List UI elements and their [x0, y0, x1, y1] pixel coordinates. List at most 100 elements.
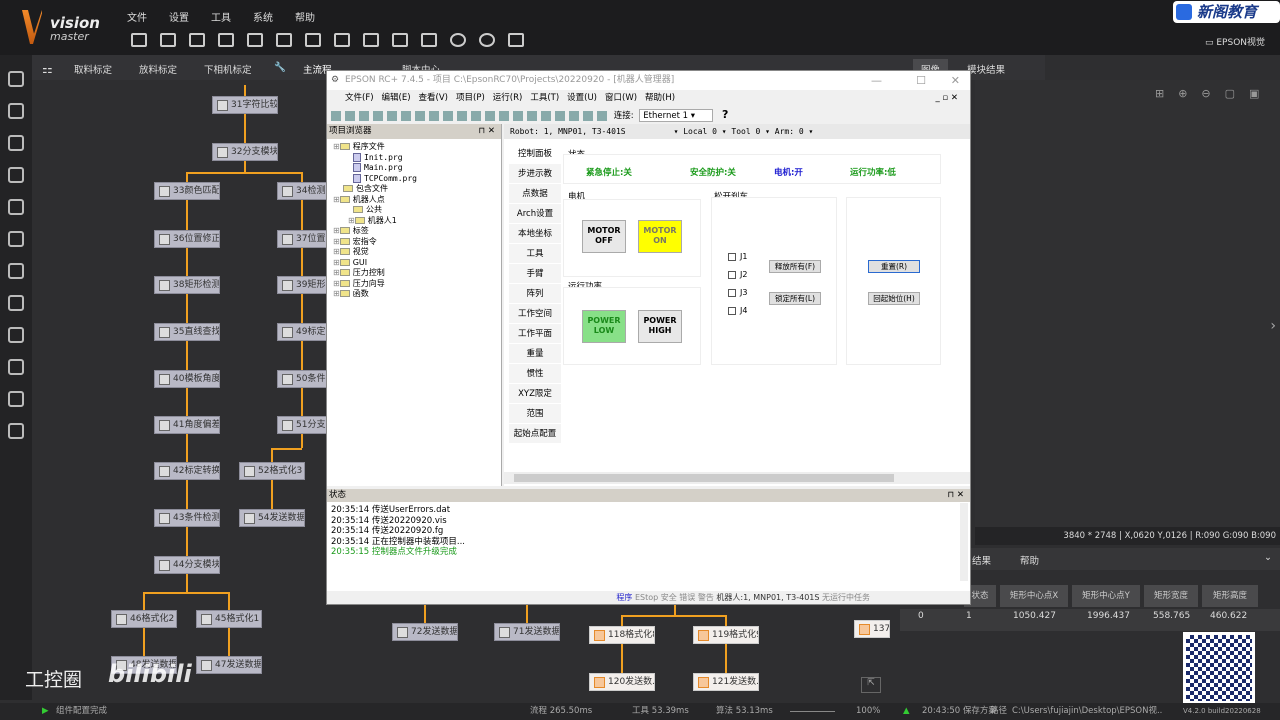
- power-low-button[interactable]: POWER LOW: [582, 310, 626, 343]
- flow-node[interactable]: 72发送数据7: [392, 623, 458, 641]
- side-tab[interactable]: 范围: [509, 404, 561, 424]
- menu-tools[interactable]: 工具: [211, 13, 231, 24]
- recognition-tool-icon[interactable]: [8, 199, 24, 215]
- side-tab[interactable]: 阵列: [509, 284, 561, 304]
- maximize-button[interactable]: ☐: [916, 71, 926, 90]
- flow-node[interactable]: 41角度偏差: [154, 416, 220, 434]
- menu-help[interactable]: 帮助(H): [645, 93, 675, 103]
- side-tab[interactable]: 惯性: [509, 364, 561, 384]
- tree-item[interactable]: 公共: [333, 205, 501, 216]
- tree-item[interactable]: Init.prg: [333, 152, 501, 164]
- collapse-canvas-button[interactable]: ⇱: [861, 677, 881, 693]
- menu-edit[interactable]: 编辑(E): [382, 93, 411, 103]
- connection-select[interactable]: Ethernet 1 ▾: [639, 109, 714, 122]
- camera-icon[interactable]: [276, 33, 292, 47]
- tree-item[interactable]: ⊞ GUI: [333, 258, 501, 269]
- camera-tool-icon[interactable]: [8, 71, 24, 87]
- calendar-icon[interactable]: [247, 33, 263, 47]
- side-tab[interactable]: 重量: [509, 344, 561, 364]
- flow-node[interactable]: 31字符比较2: [212, 96, 278, 114]
- function-icon[interactable]: [508, 33, 524, 47]
- minimize-button[interactable]: —: [871, 71, 882, 90]
- flow-node[interactable]: 118格式化8: [589, 626, 655, 644]
- monitor-icon[interactable]: [583, 110, 593, 121]
- device-icon[interactable]: [363, 33, 379, 47]
- menu-settings[interactable]: 设置: [169, 13, 189, 24]
- side-tab[interactable]: 手臂: [509, 264, 561, 284]
- tree-item[interactable]: ⊞ 压力控制: [333, 268, 501, 279]
- display-icon[interactable]: [218, 33, 234, 47]
- flow-node[interactable]: 51分支: [277, 416, 327, 434]
- power-high-button[interactable]: POWER HIGH: [638, 310, 682, 343]
- cut-icon[interactable]: [387, 110, 397, 121]
- open-icon[interactable]: [345, 110, 355, 121]
- next-image-arrow[interactable]: ›: [1270, 318, 1276, 334]
- mdi-controls[interactable]: _ ▫ ✕: [935, 90, 958, 107]
- tree-item[interactable]: ⊞ 机器人点: [333, 195, 501, 206]
- variable-icon[interactable]: [334, 33, 350, 47]
- side-tab[interactable]: 工作空间: [509, 304, 561, 324]
- menu-window[interactable]: 窗口(W): [605, 93, 637, 103]
- play-icon[interactable]: ▶: [42, 703, 49, 720]
- flow-node[interactable]: 43条件检测1: [154, 509, 220, 527]
- flow-node[interactable]: 49标定: [277, 323, 327, 341]
- communication-icon[interactable]: [392, 33, 408, 47]
- logic-tool-icon[interactable]: [8, 391, 24, 407]
- tab-help[interactable]: 帮助: [1020, 553, 1039, 567]
- tree-item[interactable]: ⊞ 标签: [333, 226, 501, 237]
- paste-icon[interactable]: [415, 110, 425, 121]
- open-folder-icon[interactable]: [160, 33, 176, 47]
- close-button[interactable]: ✕: [951, 71, 960, 90]
- flow-node[interactable]: 34检测: [277, 182, 327, 200]
- build-icon[interactable]: [429, 110, 439, 121]
- process-tree-icon[interactable]: ⚏: [42, 62, 53, 76]
- flow-node[interactable]: 47发送数据1: [196, 656, 262, 674]
- help-icon[interactable]: ?: [722, 108, 728, 121]
- tab-lower-camera-calibration[interactable]: 下相机标定: [204, 62, 252, 76]
- io-icon[interactable]: [457, 110, 467, 121]
- flow-node[interactable]: 33颜色匹配: [154, 182, 220, 200]
- side-tab[interactable]: 工作平面: [509, 324, 561, 344]
- checkbox-icon[interactable]: [728, 270, 736, 279]
- flow-node[interactable]: 120发送数...: [589, 673, 655, 691]
- tab-module-result[interactable]: 模块结果: [967, 62, 1005, 76]
- alignment-tool-icon[interactable]: [8, 263, 24, 279]
- joint-checkbox[interactable]: J3: [728, 288, 747, 297]
- tab-result[interactable]: 结果: [972, 553, 991, 567]
- jog-icon[interactable]: [527, 110, 537, 121]
- print-icon[interactable]: [373, 110, 383, 121]
- flow-node[interactable]: 40模板角度: [154, 370, 220, 388]
- flow-node[interactable]: 50条件: [277, 370, 327, 388]
- menu-run[interactable]: 运行(R): [493, 93, 523, 103]
- image-process-icon[interactable]: [8, 295, 24, 311]
- tree-item[interactable]: 包含文件: [333, 184, 501, 195]
- epson-vision-label[interactable]: ▭ EPSON视觉: [1205, 35, 1265, 48]
- flow-node[interactable]: 54发送数据3: [239, 509, 305, 527]
- image-view-tools[interactable]: ⊞⊕⊖▢▣: [1155, 87, 1273, 100]
- reset-button[interactable]: 重置(R): [868, 260, 920, 273]
- log-scrollbar[interactable]: [960, 503, 968, 581]
- lock-all-button[interactable]: 锁定所有(L): [769, 292, 821, 305]
- defect-tool-icon[interactable]: [8, 359, 24, 375]
- flow-node[interactable]: 121发送数...: [693, 673, 759, 691]
- save-icon[interactable]: [131, 33, 147, 47]
- flow-node[interactable]: 52格式化3: [239, 462, 305, 480]
- home-button[interactable]: 回起始位(H): [868, 292, 920, 305]
- robot-manager-icon[interactable]: [499, 110, 509, 121]
- menu-system[interactable]: 系统: [253, 13, 273, 24]
- force-icon[interactable]: [541, 110, 551, 121]
- menu-file[interactable]: 文件: [127, 13, 147, 24]
- copy-icon[interactable]: [401, 110, 411, 121]
- stop-icon[interactable]: [485, 110, 495, 121]
- side-tab[interactable]: XYZ限定: [509, 384, 561, 404]
- menu-file[interactable]: 文件(F): [345, 93, 374, 103]
- gui-icon[interactable]: [569, 110, 579, 121]
- flow-node[interactable]: 42标定转换1: [154, 462, 220, 480]
- side-tab[interactable]: 工具: [509, 244, 561, 264]
- checkbox-icon[interactable]: [728, 306, 736, 315]
- flow-node[interactable]: 38矩形检测1: [154, 276, 220, 294]
- flow-node[interactable]: 36位置修正1: [154, 230, 220, 248]
- side-tab[interactable]: Arch设置: [509, 204, 561, 224]
- tree-item[interactable]: TCPComm.prg: [333, 173, 501, 185]
- menu-tools[interactable]: 工具(T): [530, 93, 559, 103]
